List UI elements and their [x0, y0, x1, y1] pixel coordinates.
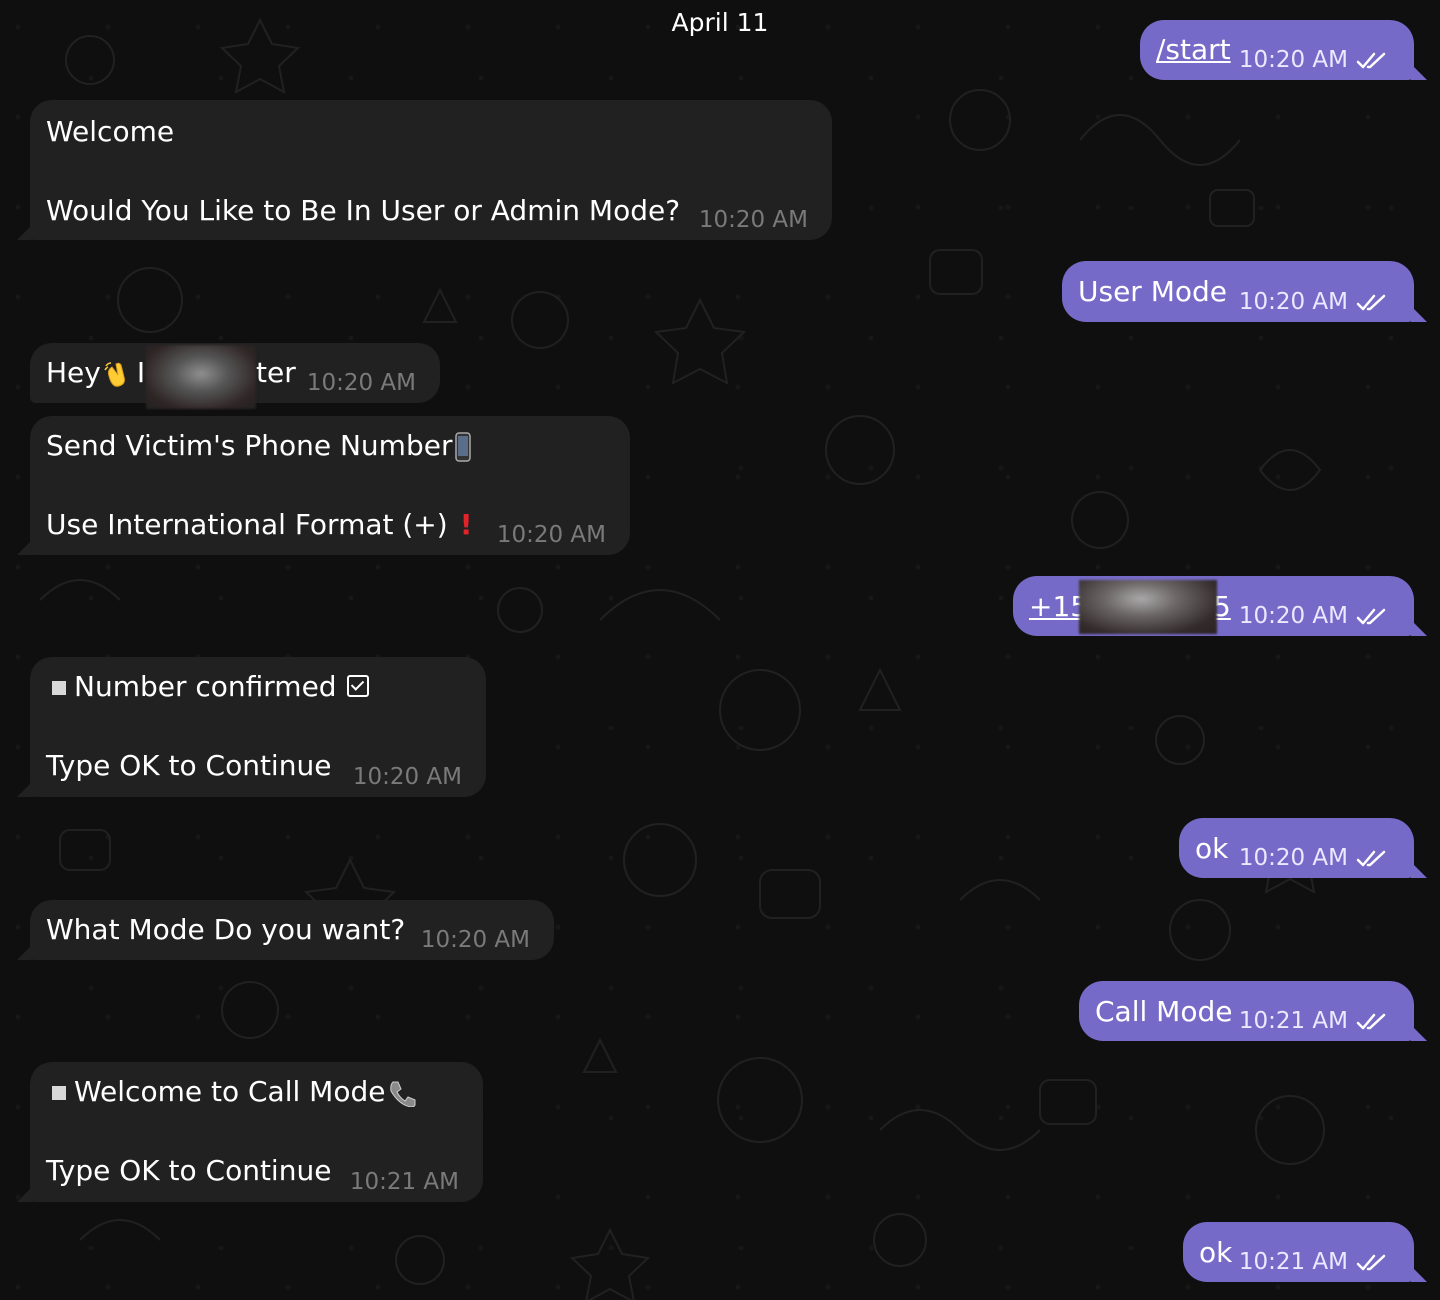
- greeting-text: Hey: [46, 356, 101, 389]
- message-line: Use International Format (+)!: [46, 511, 472, 539]
- double-check-icon: [1356, 1254, 1386, 1270]
- message-bubble-outgoing[interactable]: +15 5 10:20 AM: [1013, 576, 1427, 636]
- message-bubble-outgoing[interactable]: ok 10:21 AM: [1183, 1222, 1427, 1282]
- exclamation-icon: !: [459, 508, 473, 541]
- name-text-start: I: [136, 356, 146, 389]
- bubble-tail: [1411, 306, 1427, 322]
- message-bubble-outgoing[interactable]: User Mode 10:20 AM: [1062, 261, 1427, 322]
- message-line: Type OK to Continue: [46, 1154, 332, 1187]
- message-meta: 10:20 AM: [1239, 605, 1388, 628]
- message-time: 10:20 AM: [1238, 289, 1348, 315]
- message-time: 10:21 AM: [349, 1169, 459, 1195]
- bubble-tail: [1411, 1025, 1427, 1041]
- message-text: Call Mode: [1095, 995, 1233, 1028]
- message-meta: 10:20 AM: [1239, 49, 1388, 72]
- message-bubble-outgoing[interactable]: /start 10:20 AM: [1140, 20, 1427, 80]
- message-line: Send Victim's Phone Number: [46, 432, 472, 462]
- redacted-phone-number: [1079, 580, 1217, 634]
- message-time: 10:20 AM: [1238, 603, 1348, 629]
- message-line-text: Welcome to Call Mode: [74, 1075, 386, 1108]
- chat-history: April 11 /start 10:20 AM Welcome Would Y…: [0, 0, 1440, 1300]
- message-bubble-incoming[interactable]: Welcome to Call Mode Type OK to Continue…: [17, 1062, 483, 1202]
- bubble-tail: [17, 1186, 33, 1202]
- redacted-name: [146, 345, 256, 409]
- message-time: 10:20 AM: [496, 522, 606, 548]
- message-time: 10:21 AM: [1238, 1249, 1348, 1275]
- message-line: Number confirmed: [52, 673, 369, 701]
- message-text: ok: [1195, 832, 1229, 865]
- double-check-icon: [1356, 294, 1386, 310]
- message-line-text: Use International Format (+): [46, 508, 448, 541]
- bubble-tail: [17, 539, 33, 555]
- message-line: Would You Like to Be In User or Admin Mo…: [46, 194, 681, 227]
- square-icon: [52, 1086, 66, 1100]
- message-text: ok: [1199, 1236, 1233, 1269]
- bubble-tail: [17, 944, 33, 960]
- message-bubble-incoming[interactable]: Hey I ter 10:20 AM: [30, 343, 440, 409]
- double-check-icon: [1356, 850, 1386, 866]
- message-line: What Mode Do you want?: [46, 913, 406, 946]
- square-icon: [52, 681, 66, 695]
- bubble-tail: [17, 224, 33, 240]
- double-check-icon: [1356, 52, 1386, 68]
- message-bubble-incoming[interactable]: Welcome Would You Like to Be In User or …: [17, 100, 832, 240]
- message-meta: 10:21 AM: [1239, 1251, 1388, 1274]
- checkbox-icon: [346, 675, 369, 697]
- waving-hand-icon: [104, 362, 125, 387]
- message-line: Welcome: [46, 115, 175, 148]
- message-time: 10:20 AM: [1238, 47, 1348, 73]
- message-bubble-outgoing[interactable]: Call Mode 10:21 AM: [1079, 981, 1427, 1041]
- mobile-phone-icon: [455, 432, 472, 462]
- message-line-text: Send Victim's Phone Number: [46, 429, 453, 462]
- message-line: Welcome to Call Mode: [52, 1078, 417, 1107]
- bubble-tail: [17, 781, 33, 797]
- message-text: User Mode: [1078, 275, 1228, 308]
- message-meta: 10:20 AM: [1239, 847, 1388, 870]
- message-time: 10:21 AM: [1238, 1008, 1348, 1034]
- message-bubble-outgoing[interactable]: ok 10:20 AM: [1179, 818, 1427, 878]
- message-line-text: Number confirmed: [74, 670, 337, 703]
- bubble-tail: [1411, 862, 1427, 878]
- message-time: 10:20 AM: [1238, 845, 1348, 871]
- bubble-tail: [1411, 64, 1427, 80]
- message-time: 10:20 AM: [306, 370, 416, 396]
- message-meta: 10:20 AM: [1239, 291, 1388, 314]
- message-bubble-incoming[interactable]: Number confirmed Type OK to Continue 10:…: [17, 657, 486, 797]
- message-line: Hey I: [46, 359, 145, 388]
- message-bubble-incoming[interactable]: What Mode Do you want? 10:20 AM: [17, 900, 554, 960]
- message-time: 10:20 AM: [698, 207, 808, 233]
- message-text[interactable]: /start: [1156, 36, 1231, 64]
- message-time: 10:20 AM: [420, 927, 530, 953]
- name-text-end: ter: [256, 356, 296, 389]
- message-line: Type OK to Continue: [46, 749, 332, 782]
- bubble-tail: [1411, 1266, 1427, 1282]
- bubble-tail: [1411, 620, 1427, 636]
- telephone-icon: [390, 1081, 416, 1107]
- double-check-icon: [1356, 1013, 1386, 1029]
- message-meta: 10:21 AM: [1239, 1010, 1388, 1033]
- message-time: 10:20 AM: [352, 764, 462, 790]
- double-check-icon: [1356, 608, 1386, 624]
- message-bubble-incoming[interactable]: Send Victim's Phone Number Use Internati…: [17, 416, 630, 555]
